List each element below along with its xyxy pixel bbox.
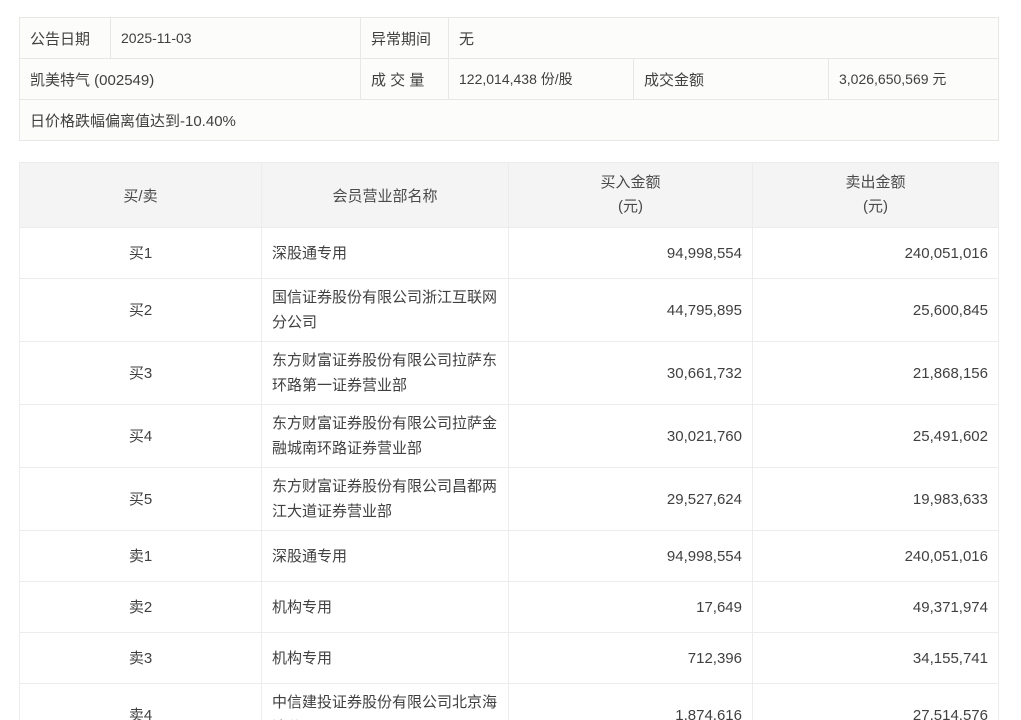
row-sell-amount: 25,600,845 [752,278,999,342]
header-side: 买/卖 [19,162,262,228]
broker-table: 买/卖 会员营业部名称 买入金额 (元) 卖出金额 (元) 买1 深股通专用 9… [19,162,999,720]
header-buy-line2: (元) [618,198,643,215]
header-sell-amount: 卖出金额 (元) [752,162,999,228]
header-sell-line2: (元) [863,198,888,215]
volume-label: 成 交 量 [360,58,449,100]
row-buy-amount: 712,396 [508,632,753,684]
row-sell-amount: 19,983,633 [752,467,999,531]
table-row: 买5 东方财富证券股份有限公司昌都两江大道证券营业部 29,527,624 19… [19,467,999,531]
row-buy-amount: 44,795,895 [508,278,753,342]
summary-row-stock: 凯美特气 (002549) 成 交 量 122,014,438 份/股 成交金额… [19,58,1000,100]
content-area: 公告日期 2025-11-03 异常期间 无 凯美特气 (002549) 成 交… [18,17,1000,720]
table-row: 买2 国信证券股份有限公司浙江互联网分公司 44,795,895 25,600,… [19,278,999,342]
row-sell-amount: 240,051,016 [752,530,999,582]
summary-row-reason: 日价格跌幅偏离值达到-10.40% [18,99,1000,141]
row-side-rank: 买5 [19,467,262,531]
header-buy-amount: 买入金额 (元) [508,162,753,228]
table-row: 买4 东方财富证券股份有限公司拉萨金融城南环路证券营业部 30,021,760 … [19,404,999,468]
announce-date-value: 2025-11-03 [110,17,361,59]
row-side-rank: 买1 [19,227,262,279]
row-sell-amount: 34,155,741 [752,632,999,684]
table-row: 卖4 中信建投证券股份有限公司北京海淀分公司 1,874,616 27,514,… [19,683,999,720]
row-branch-name: 深股通专用 [261,530,509,582]
row-sell-amount: 21,868,156 [752,341,999,405]
row-sell-amount: 240,051,016 [752,227,999,279]
volume-value: 122,014,438 份/股 [448,58,634,100]
row-side-rank: 买4 [19,404,262,468]
row-side-rank: 买2 [19,278,262,342]
table-row: 卖1 深股通专用 94,998,554 240,051,016 [19,530,999,582]
row-branch-name: 国信证券股份有限公司浙江互联网分公司 [261,278,509,342]
table-row: 买1 深股通专用 94,998,554 240,051,016 [19,227,999,279]
row-buy-amount: 94,998,554 [508,530,753,582]
summary-row-date: 公告日期 2025-11-03 异常期间 无 [19,17,1000,59]
row-branch-name: 中信建投证券股份有限公司北京海淀分公司 [261,683,509,720]
row-branch-name: 东方财富证券股份有限公司拉萨东环路第一证券营业部 [261,341,509,405]
announce-date-label: 公告日期 [19,17,111,59]
row-side-rank: 卖4 [19,683,262,720]
row-buy-amount: 17,649 [508,581,753,633]
broker-table-header: 买/卖 会员营业部名称 买入金额 (元) 卖出金额 (元) [19,162,999,228]
abnormal-period-label: 异常期间 [360,17,449,59]
row-branch-name: 机构专用 [261,632,509,684]
row-side-rank: 卖2 [19,581,262,633]
row-buy-amount: 30,661,732 [508,341,753,405]
row-branch-name: 深股通专用 [261,227,509,279]
summary-box: 公告日期 2025-11-03 异常期间 无 凯美特气 (002549) 成 交… [18,17,1000,141]
row-branch-name: 东方财富证券股份有限公司拉萨金融城南环路证券营业部 [261,404,509,468]
table-row: 买3 东方财富证券股份有限公司拉萨东环路第一证券营业部 30,661,732 2… [19,341,999,405]
table-row: 卖2 机构专用 17,649 49,371,974 [19,581,999,633]
row-sell-amount: 27,514,576 [752,683,999,720]
header-sell-line1: 卖出金额 [845,174,906,191]
row-sell-amount: 25,491,602 [752,404,999,468]
table-body: 买1 深股通专用 94,998,554 240,051,016 买2 国信证券股… [19,227,999,720]
turnover-value: 3,026,650,569 元 [827,58,1000,100]
row-branch-name: 机构专用 [261,581,509,633]
page: 公告日期 2025-11-03 异常期间 无 凯美特气 (002549) 成 交… [0,0,1021,720]
stock-name: 凯美特气 (002549) [19,58,361,100]
header-branch: 会员营业部名称 [261,162,509,228]
turnover-label: 成交金额 [633,58,829,100]
row-buy-amount: 1,874,616 [508,683,753,720]
abnormal-reason-text: 日价格跌幅偏离值达到-10.40% [18,99,1000,141]
row-buy-amount: 94,998,554 [508,227,753,279]
row-side-rank: 买3 [19,341,262,405]
row-side-rank: 卖3 [19,632,262,684]
row-sell-amount: 49,371,974 [752,581,999,633]
row-branch-name: 东方财富证券股份有限公司昌都两江大道证券营业部 [261,467,509,531]
row-buy-amount: 30,021,760 [508,404,753,468]
abnormal-period-value: 无 [447,17,1000,59]
header-buy-line1: 买入金额 [600,174,661,191]
table-row: 卖3 机构专用 712,396 34,155,741 [19,632,999,684]
row-buy-amount: 29,527,624 [508,467,753,531]
row-side-rank: 卖1 [19,530,262,582]
